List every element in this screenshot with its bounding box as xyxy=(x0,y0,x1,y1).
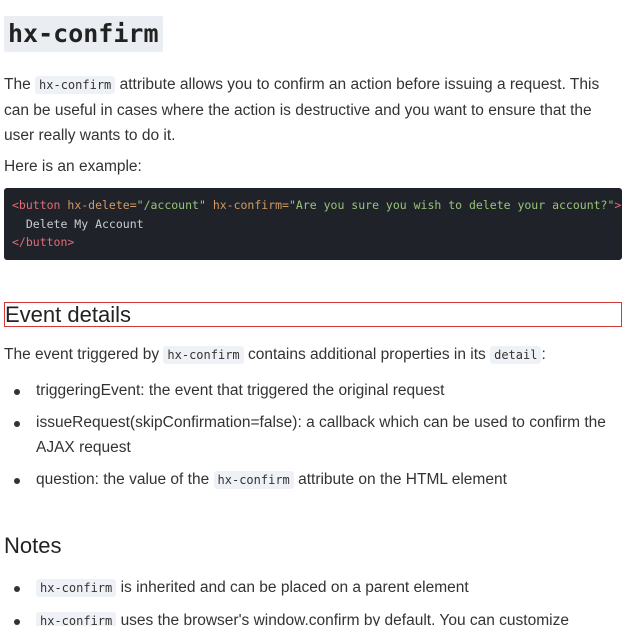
code-close-tag: </button> xyxy=(12,235,75,249)
event-text-mid: contains additional properties in its xyxy=(247,346,486,363)
list-item-text: attribute on the HTML element xyxy=(298,471,507,488)
list-item: hx-confirm uses the browser's window.con… xyxy=(4,608,622,626)
code-open-tag: <button xyxy=(12,198,61,212)
code-body: Delete My Account xyxy=(12,216,144,231)
code-attr-name: hx-confirm= xyxy=(205,198,289,212)
event-details-paragraph: The event triggered by hx-confirm contai… xyxy=(4,342,622,368)
list-item: issueRequest(skipConfirmation=false): a … xyxy=(4,410,622,460)
inline-code: hx-confirm xyxy=(163,346,244,364)
code-attr-name: hx-delete= xyxy=(60,198,137,212)
list-item-text: issueRequest(skipConfirmation=false): a … xyxy=(36,414,606,456)
list-item: question: the value of the hx-confirm at… xyxy=(4,467,622,493)
code-attr-value: "/account" xyxy=(136,198,206,212)
code-attr-value: "Are you sure you wish to delete your ac… xyxy=(288,198,615,212)
event-text-post: : xyxy=(541,346,546,363)
intro-paragraph: The hx-confirm attribute allows you to c… xyxy=(4,72,622,148)
inline-code: hx-confirm xyxy=(36,579,117,597)
inline-code: hx-confirm xyxy=(36,612,117,626)
list-item-text: uses the browser's window.confirm by def… xyxy=(120,612,569,626)
title-wrap: hx-confirm xyxy=(4,16,622,52)
notes-heading: Notes xyxy=(4,533,62,558)
page: hx-confirm The hx-confirm attribute allo… xyxy=(0,0,626,626)
notes-list: hx-confirm is inherited and can be place… xyxy=(4,575,622,626)
event-details-heading: Event details xyxy=(4,302,622,327)
example-intro: Here is an example: xyxy=(4,158,142,175)
page-title: hx-confirm xyxy=(4,16,163,52)
inline-code: hx-confirm xyxy=(35,76,116,94)
list-item-text: is inherited and can be placed on a pare… xyxy=(120,579,469,596)
list-item-text: triggeringEvent: the event that triggere… xyxy=(36,382,445,399)
inline-code: detail xyxy=(490,346,542,364)
list-item: hx-confirm is inherited and can be place… xyxy=(4,575,622,601)
event-text-pre: The event triggered by xyxy=(4,346,160,363)
list-item: triggeringEvent: the event that triggere… xyxy=(4,378,622,403)
code-block[interactable]: <button hx-delete="/account" hx-confirm=… xyxy=(4,188,622,260)
list-item-text: question: the value of the xyxy=(36,471,210,488)
inline-code: hx-confirm xyxy=(213,471,294,489)
event-properties-list: triggeringEvent: the event that triggere… xyxy=(4,378,622,493)
intro-pre: The xyxy=(4,76,31,93)
code-open-tag-end: > xyxy=(614,198,622,212)
